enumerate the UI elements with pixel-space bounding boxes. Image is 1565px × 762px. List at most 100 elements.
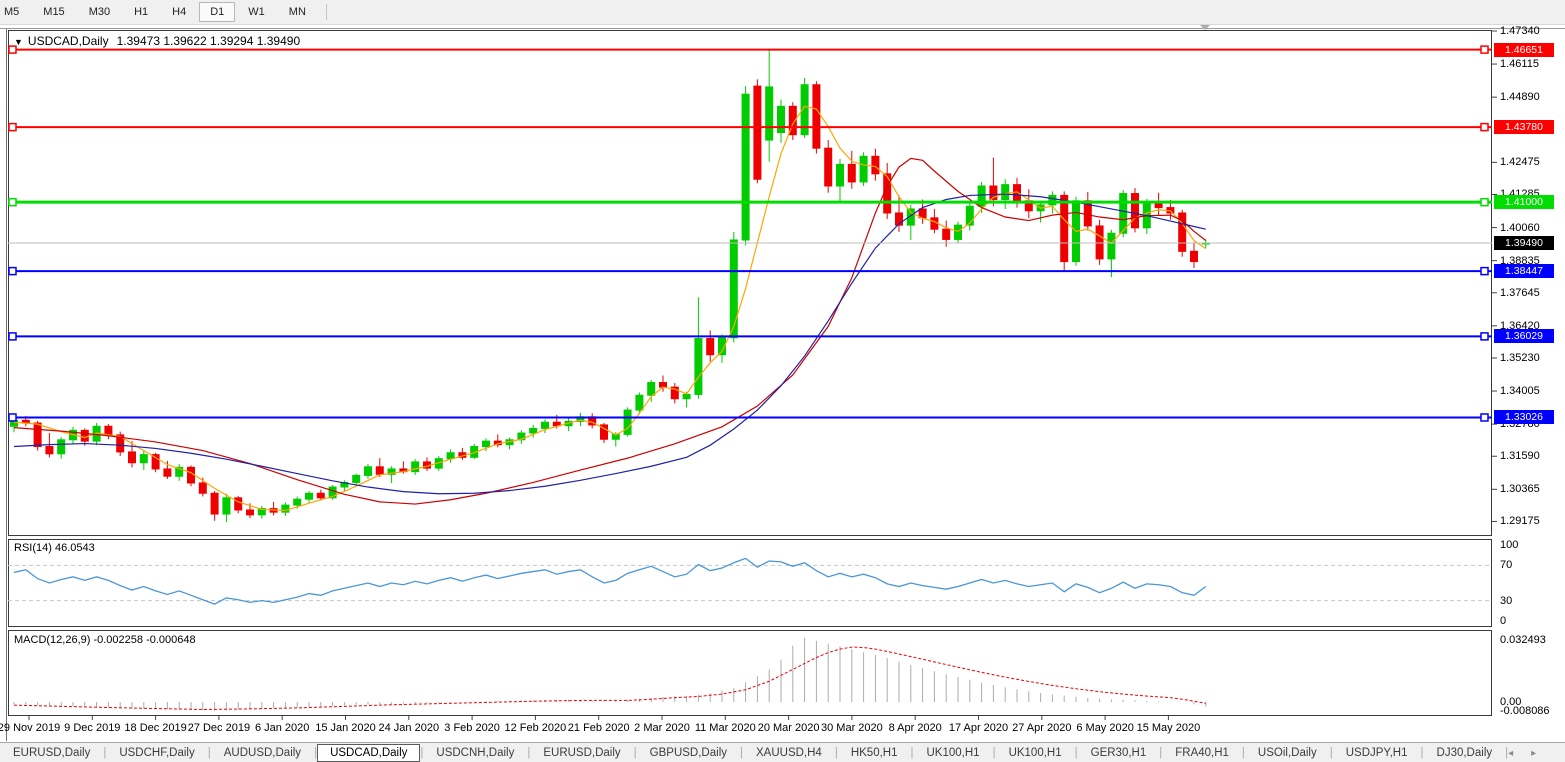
candle-body [306, 493, 313, 499]
chart-canvas[interactable] [0, 25, 1565, 742]
candle-body [1191, 251, 1198, 261]
timeframe-button-h4[interactable]: H4 [161, 2, 197, 22]
rsi-scale-label: 100 [1500, 539, 1518, 551]
chart-tab-usdcnh-4[interactable]: USDCNH,Daily [423, 745, 527, 761]
line-handle[interactable] [1481, 199, 1488, 206]
candle-body [872, 156, 879, 174]
candle-body [1132, 194, 1139, 228]
timeframe-button-m30[interactable]: M30 [78, 2, 121, 22]
line-handle[interactable] [1481, 268, 1488, 275]
timeframe-button-mn[interactable]: MN [278, 2, 317, 22]
date-axis-label: 11 Mar 2020 [695, 722, 756, 734]
candle-body [695, 339, 702, 395]
candle-body [483, 441, 490, 446]
candle-body [636, 395, 643, 410]
macd-scale-label: -0.008086 [1500, 705, 1550, 717]
chart-tab-bar: EURUSD,Daily|USDCHF,Daily|AUDUSD,Daily|U… [0, 742, 1565, 762]
price-axis-label: 1.46115 [1500, 58, 1539, 70]
candle-body [766, 87, 773, 140]
chart-tab-gbpusd-6[interactable]: GBPUSD,Daily [637, 745, 740, 761]
chart-tab-hk50-8[interactable]: HK50,H1 [838, 745, 911, 761]
rsi-scale-label: 0 [1500, 615, 1506, 627]
price-level-badge: 1.33026 [1494, 410, 1554, 424]
line-handle[interactable] [1481, 333, 1488, 340]
chart-tab-ger30-11[interactable]: GER30,H1 [1078, 745, 1160, 761]
timeframe-button-d1[interactable]: D1 [199, 2, 235, 22]
candle-body [223, 498, 230, 514]
chart-tab-usdcad-3[interactable]: USDCAD,Daily [317, 744, 420, 762]
candle-body [129, 452, 136, 463]
chart-tab-eurusd-0[interactable]: EURUSD,Daily [0, 745, 103, 761]
candle-body [140, 455, 147, 463]
candle-body [1179, 213, 1186, 251]
price-level-badge: 1.43780 [1494, 120, 1554, 134]
chart-shift-marker-icon[interactable] [1199, 25, 1211, 30]
candle-body [211, 493, 218, 514]
tab-scroll-arrows[interactable]: ◂▸ [1508, 748, 1554, 759]
chart-tab-usdchf-1[interactable]: USDCHF,Daily [106, 745, 207, 761]
chart-tabs: EURUSD,Daily|USDCHF,Daily|AUDUSD,Daily|U… [0, 744, 1508, 762]
macd-panel[interactable] [9, 631, 1492, 716]
tab-scroll-right-icon[interactable]: ▸ [1531, 748, 1554, 759]
chart-tab-usoil-13[interactable]: USOil,Daily [1245, 745, 1330, 761]
price-level-badge: 1.38447 [1494, 264, 1554, 278]
timeframe-button-w1[interactable]: W1 [237, 2, 276, 22]
candle-body [730, 240, 737, 338]
candle-body [825, 148, 832, 186]
price-axis-label: 1.44890 [1500, 91, 1540, 103]
chart-tab-eurusd-5[interactable]: EURUSD,Daily [530, 745, 633, 761]
line-handle[interactable] [9, 124, 16, 131]
rsi-scale-label: 70 [1500, 559, 1512, 571]
line-handle[interactable] [1481, 124, 1488, 131]
line-handle[interactable] [1481, 414, 1488, 421]
candle-body [624, 410, 631, 434]
line-handle[interactable] [1481, 46, 1488, 53]
candle-body [105, 426, 112, 435]
price-level-badge: 1.46651 [1494, 43, 1554, 57]
candle-body [943, 229, 950, 239]
timeframe-button-m15[interactable]: M15 [32, 2, 75, 22]
line-handle[interactable] [9, 414, 16, 421]
chart-tab-fra40-12[interactable]: FRA40,H1 [1162, 745, 1242, 761]
line-handle[interactable] [9, 333, 16, 340]
line-handle[interactable] [9, 199, 16, 206]
candle-body [164, 469, 171, 476]
candle-body [778, 106, 785, 132]
symbol-dropdown-icon[interactable]: ▼ [14, 37, 23, 47]
date-axis-label: 9 Dec 2019 [64, 722, 120, 734]
price-axis-label: 1.42475 [1500, 156, 1540, 168]
chart-tab-xauusd-7[interactable]: XAUUSD,H4 [743, 745, 835, 761]
chart-tab-uk100-9[interactable]: UK100,H1 [914, 745, 993, 761]
candle-body [81, 430, 88, 441]
candle-body [46, 447, 53, 454]
line-handle[interactable] [9, 268, 16, 275]
date-axis-label: 6 Jan 2020 [255, 722, 309, 734]
rsi-panel[interactable] [9, 540, 1492, 627]
chart-window[interactable]: ▼USDCAD,Daily1.39473 1.39622 1.39294 1.3… [0, 25, 1565, 742]
date-axis-label: 27 Apr 2020 [1012, 722, 1071, 734]
date-axis-label: 24 Jan 2020 [379, 722, 440, 734]
date-axis-label: 17 Apr 2020 [949, 722, 1008, 734]
chart-symbol-label: USDCAD,Daily [28, 34, 109, 48]
chart-tab-uk100-10[interactable]: UK100,H1 [996, 745, 1075, 761]
chart-tab-audusd-2[interactable]: AUDUSD,Daily [211, 745, 314, 761]
mt4-terminal: M5M15M30H1H4D1W1MN ▼USDCAD,Daily1.39473 … [0, 0, 1565, 762]
candle-body [660, 383, 667, 388]
tab-scroll-left-icon[interactable]: ◂ [1508, 748, 1531, 759]
timeframe-toolbar: M5M15M30H1H4D1W1MN [0, 0, 1565, 25]
candle-body [353, 475, 360, 482]
current-price-badge: 1.39490 [1494, 236, 1554, 250]
price-axis-label: 1.35230 [1500, 352, 1540, 364]
timeframe-button-h1[interactable]: H1 [123, 2, 159, 22]
chart-tab-usdjpy-14[interactable]: USDJPY,H1 [1333, 745, 1421, 761]
price-axis-label: 1.29175 [1500, 515, 1540, 527]
date-axis-label: 29 Nov 2019 [0, 722, 60, 734]
date-axis-label: 3 Feb 2020 [444, 722, 500, 734]
timeframe-button-m5[interactable]: M5 [0, 2, 30, 22]
candle-body [966, 206, 973, 225]
candle-body [235, 498, 242, 510]
rsi-scale-label: 30 [1500, 595, 1512, 607]
date-axis-label: 15 Jan 2020 [315, 722, 376, 734]
candle-body [1061, 195, 1068, 261]
chart-tab-dj30-15[interactable]: DJ30,Daily [1424, 745, 1506, 761]
